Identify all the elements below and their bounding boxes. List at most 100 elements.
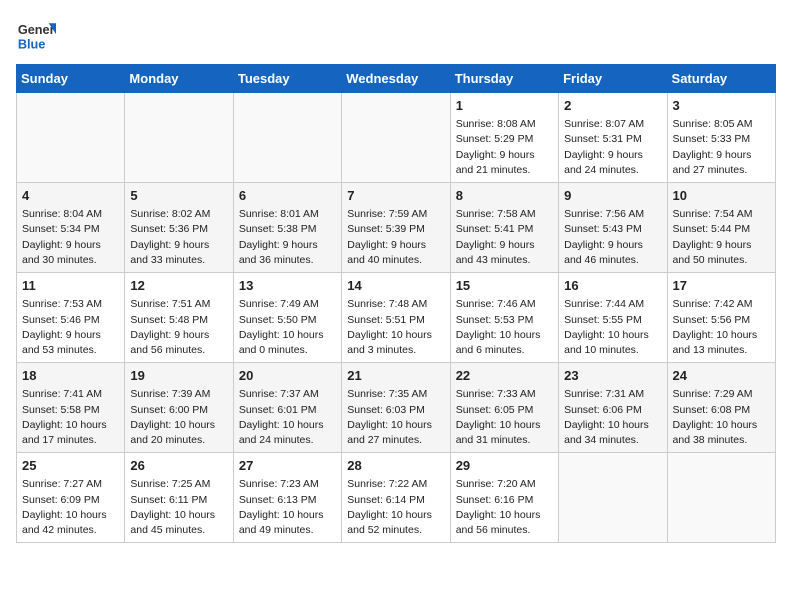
- week-row-3: 18 Sunrise: 7:41 AM Sunset: 5:58 PM Dayli…: [17, 363, 776, 453]
- calendar-cell: [125, 93, 233, 183]
- day-number: 22: [456, 367, 553, 385]
- calendar-cell: 12Sunrise: 7:51 AM Sunset: 5:48 PM Dayli…: [125, 273, 233, 363]
- day-info: Sunrise: 7:49 AM Sunset: 5:50 PM Dayligh…: [239, 297, 336, 358]
- calendar-cell: 13 Sunrise: 7:49 AM Sunset: 5:50 PM Dayli…: [233, 273, 341, 363]
- day-info: Sunrise: 7:51 AM Sunset: 5:48 PM Dayligh…: [130, 297, 227, 358]
- day-info: Sunrise: 7:44 AM Sunset: 5:55 PM Dayligh…: [564, 297, 661, 358]
- weekday-header-thursday: Thursday: [450, 65, 558, 93]
- day-info: Sunrise: 7:41 AM Sunset: 5:58 PM Dayligh…: [22, 387, 119, 448]
- day-number: 4: [22, 187, 119, 205]
- day-info: Sunrise: 7:27 AM Sunset: 6:09 PM Dayligh…: [22, 477, 119, 538]
- day-info: Sunrise: 7:46 AM Sunset: 5:53 PM Dayligh…: [456, 297, 553, 358]
- week-row-1: 4 Sunrise: 8:04 AM Sunset: 5:34 PM Daylig…: [17, 183, 776, 273]
- weekday-header-wednesday: Wednesday: [342, 65, 450, 93]
- calendar-table: SundayMondayTuesdayWednesdayThursdayFrid…: [16, 64, 776, 543]
- calendar-cell: 25 Sunrise: 7:27 AM Sunset: 6:09 PM Dayli…: [17, 453, 125, 543]
- calendar-cell: 14 Sunrise: 7:48 AM Sunset: 5:51 PM Dayli…: [342, 273, 450, 363]
- day-info: Sunrise: 8:05 AM Sunset: 5:33 PM Dayligh…: [673, 117, 770, 178]
- calendar-cell: 5 Sunrise: 8:02 AM Sunset: 5:36 PM Daylig…: [125, 183, 233, 273]
- generalblue-logo-icon: General Blue: [16, 16, 56, 56]
- day-number: 11: [22, 277, 119, 295]
- day-info: Sunrise: 7:58 AM Sunset: 5:41 PM Dayligh…: [456, 207, 553, 268]
- day-info: Sunrise: 7:56 AM Sunset: 5:43 PM Dayligh…: [564, 207, 661, 268]
- day-info: Sunrise: 7:33 AM Sunset: 6:05 PM Dayligh…: [456, 387, 553, 448]
- calendar-cell: 21 Sunrise: 7:35 AM Sunset: 6:03 PM Dayli…: [342, 363, 450, 453]
- calendar-cell: 29 Sunrise: 7:20 AM Sunset: 6:16 PM Dayli…: [450, 453, 558, 543]
- day-number: 25: [22, 457, 119, 475]
- day-number: 24: [673, 367, 770, 385]
- day-info: Sunrise: 8:08 AM Sunset: 5:29 PM Dayligh…: [456, 117, 553, 178]
- calendar-cell: [233, 93, 341, 183]
- day-number: 15: [456, 277, 553, 295]
- logo: General Blue: [16, 16, 60, 56]
- day-number: 21: [347, 367, 444, 385]
- calendar-cell: 22 Sunrise: 7:33 AM Sunset: 6:05 PM Dayli…: [450, 363, 558, 453]
- day-info: Sunrise: 7:59 AM Sunset: 5:39 PM Dayligh…: [347, 207, 444, 268]
- page-header: General Blue: [16, 16, 776, 56]
- day-info: Sunrise: 7:35 AM Sunset: 6:03 PM Dayligh…: [347, 387, 444, 448]
- calendar-cell: 7 Sunrise: 7:59 AM Sunset: 5:39 PM Daylig…: [342, 183, 450, 273]
- calendar-cell: 28Sunrise: 7:22 AM Sunset: 6:14 PM Dayli…: [342, 453, 450, 543]
- calendar-cell: [667, 453, 775, 543]
- calendar-cell: 24Sunrise: 7:29 AM Sunset: 6:08 PM Dayli…: [667, 363, 775, 453]
- day-info: Sunrise: 8:07 AM Sunset: 5:31 PM Dayligh…: [564, 117, 661, 178]
- day-info: Sunrise: 7:31 AM Sunset: 6:06 PM Dayligh…: [564, 387, 661, 448]
- day-number: 5: [130, 187, 227, 205]
- weekday-header-row: SundayMondayTuesdayWednesdayThursdayFrid…: [17, 65, 776, 93]
- calendar-body: 1 Sunrise: 8:08 AM Sunset: 5:29 PM Daylig…: [17, 93, 776, 543]
- day-number: 9: [564, 187, 661, 205]
- calendar-cell: 23Sunrise: 7:31 AM Sunset: 6:06 PM Dayli…: [559, 363, 667, 453]
- calendar-cell: 10 Sunrise: 7:54 AM Sunset: 5:44 PM Dayli…: [667, 183, 775, 273]
- day-number: 13: [239, 277, 336, 295]
- weekday-header-friday: Friday: [559, 65, 667, 93]
- weekday-header-saturday: Saturday: [667, 65, 775, 93]
- day-number: 14: [347, 277, 444, 295]
- day-info: Sunrise: 7:54 AM Sunset: 5:44 PM Dayligh…: [673, 207, 770, 268]
- calendar-cell: 20 Sunrise: 7:37 AM Sunset: 6:01 PM Dayli…: [233, 363, 341, 453]
- day-info: Sunrise: 7:39 AM Sunset: 6:00 PM Dayligh…: [130, 387, 227, 448]
- weekday-header-sunday: Sunday: [17, 65, 125, 93]
- day-number: 1: [456, 97, 553, 115]
- calendar-cell: 17Sunrise: 7:42 AM Sunset: 5:56 PM Dayli…: [667, 273, 775, 363]
- week-row-4: 25 Sunrise: 7:27 AM Sunset: 6:09 PM Dayli…: [17, 453, 776, 543]
- day-number: 10: [673, 187, 770, 205]
- day-number: 29: [456, 457, 553, 475]
- day-info: Sunrise: 7:20 AM Sunset: 6:16 PM Dayligh…: [456, 477, 553, 538]
- day-info: Sunrise: 7:37 AM Sunset: 6:01 PM Dayligh…: [239, 387, 336, 448]
- calendar-cell: 9 Sunrise: 7:56 AM Sunset: 5:43 PM Daylig…: [559, 183, 667, 273]
- day-number: 16: [564, 277, 661, 295]
- calendar-cell: 11 Sunrise: 7:53 AM Sunset: 5:46 PM Dayli…: [17, 273, 125, 363]
- day-info: Sunrise: 8:04 AM Sunset: 5:34 PM Dayligh…: [22, 207, 119, 268]
- calendar-cell: 16 Sunrise: 7:44 AM Sunset: 5:55 PM Dayli…: [559, 273, 667, 363]
- weekday-header-monday: Monday: [125, 65, 233, 93]
- calendar-cell: [559, 453, 667, 543]
- day-number: 27: [239, 457, 336, 475]
- day-number: 19: [130, 367, 227, 385]
- calendar-cell: 3 Sunrise: 8:05 AM Sunset: 5:33 PM Daylig…: [667, 93, 775, 183]
- day-number: 20: [239, 367, 336, 385]
- calendar-cell: 26 Sunrise: 7:25 AM Sunset: 6:11 PM Dayli…: [125, 453, 233, 543]
- day-number: 3: [673, 97, 770, 115]
- calendar-cell: 4 Sunrise: 8:04 AM Sunset: 5:34 PM Daylig…: [17, 183, 125, 273]
- calendar-cell: 27 Sunrise: 7:23 AM Sunset: 6:13 PM Dayli…: [233, 453, 341, 543]
- day-number: 26: [130, 457, 227, 475]
- week-row-0: 1 Sunrise: 8:08 AM Sunset: 5:29 PM Daylig…: [17, 93, 776, 183]
- calendar-cell: 18 Sunrise: 7:41 AM Sunset: 5:58 PM Dayli…: [17, 363, 125, 453]
- weekday-header-tuesday: Tuesday: [233, 65, 341, 93]
- day-number: 8: [456, 187, 553, 205]
- day-info: Sunrise: 7:48 AM Sunset: 5:51 PM Dayligh…: [347, 297, 444, 358]
- calendar-cell: 6Sunrise: 8:01 AM Sunset: 5:38 PM Daylig…: [233, 183, 341, 273]
- day-info: Sunrise: 7:23 AM Sunset: 6:13 PM Dayligh…: [239, 477, 336, 538]
- day-info: Sunrise: 7:53 AM Sunset: 5:46 PM Dayligh…: [22, 297, 119, 358]
- day-info: Sunrise: 7:22 AM Sunset: 6:14 PM Dayligh…: [347, 477, 444, 538]
- day-number: 2: [564, 97, 661, 115]
- calendar-cell: 15 Sunrise: 7:46 AM Sunset: 5:53 PM Dayli…: [450, 273, 558, 363]
- day-info: Sunrise: 8:02 AM Sunset: 5:36 PM Dayligh…: [130, 207, 227, 268]
- day-number: 6: [239, 187, 336, 205]
- day-number: 17: [673, 277, 770, 295]
- calendar-cell: 2 Sunrise: 8:07 AM Sunset: 5:31 PM Daylig…: [559, 93, 667, 183]
- day-info: Sunrise: 7:25 AM Sunset: 6:11 PM Dayligh…: [130, 477, 227, 538]
- svg-text:Blue: Blue: [18, 37, 46, 52]
- day-number: 18: [22, 367, 119, 385]
- day-number: 7: [347, 187, 444, 205]
